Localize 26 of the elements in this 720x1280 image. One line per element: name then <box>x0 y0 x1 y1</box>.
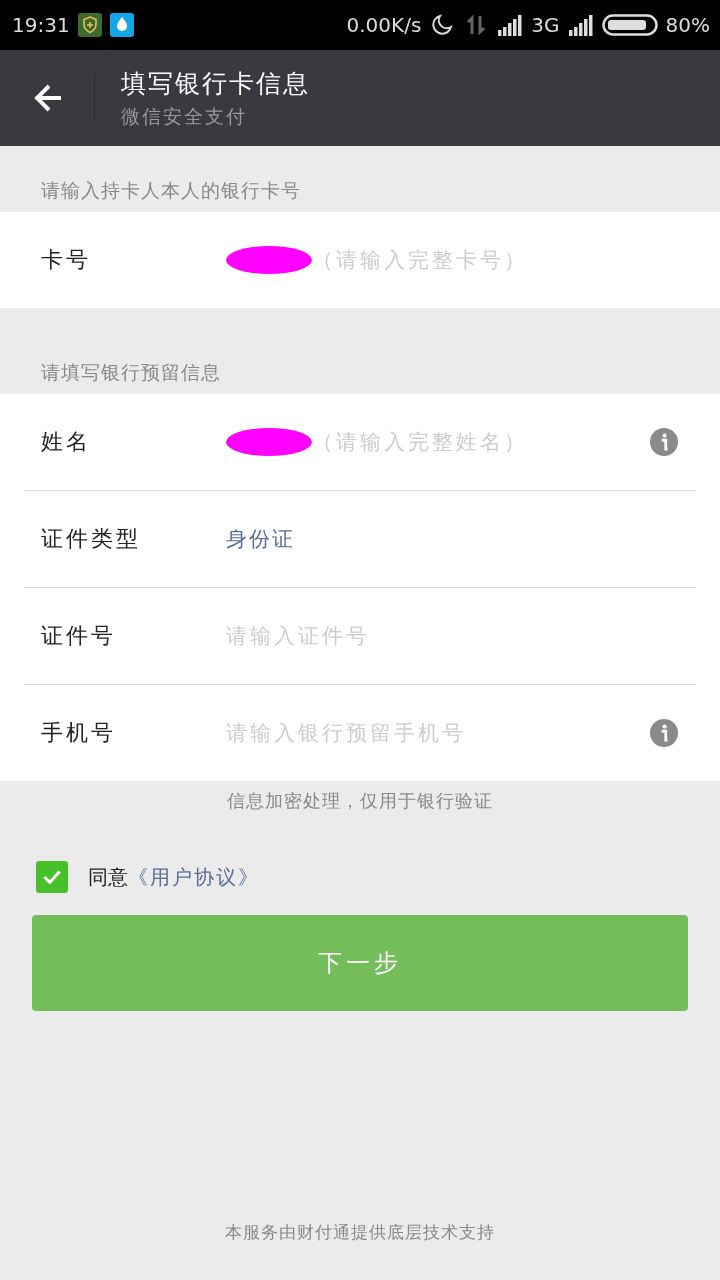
clock: 19:31 <box>12 13 70 37</box>
field-label: 姓名 <box>40 428 92 456</box>
network-type: 3G <box>531 13 560 37</box>
signal-icon <box>567 13 594 37</box>
note-text: 信息加密处理，仅用于银行验证 <box>226 789 494 813</box>
page-subtitle: 微信安全支付 <box>121 103 248 129</box>
page-title: 填写银行卡信息 <box>121 67 310 100</box>
field-label: 证件类型 <box>40 525 142 553</box>
field-label: 证件号 <box>40 622 117 650</box>
field-label: 卡号 <box>40 246 92 274</box>
id-type-selector[interactable]: 身份证 <box>226 525 295 553</box>
section-label: 请输入持卡人本人的银行卡号 <box>40 178 302 203</box>
footer-text: 本服务由财付通提供底层技术支持 <box>224 1221 496 1244</box>
field-label: 手机号 <box>40 719 117 747</box>
agreement-link[interactable]: 《用户协议》 <box>128 863 260 891</box>
battery-icon <box>601 13 658 37</box>
shield-icon <box>77 13 102 37</box>
info-icon[interactable] <box>650 719 678 747</box>
signal-icon <box>497 13 524 37</box>
agree-label: 同意 <box>88 863 128 891</box>
battery-percent: 80% <box>665 13 710 37</box>
info-icon[interactable] <box>650 428 678 456</box>
network-speed: 0.00K/s <box>346 13 422 37</box>
drop-icon <box>109 13 134 37</box>
agree-checkbox[interactable] <box>36 861 68 893</box>
section-label: 请填写银行预留信息 <box>40 360 222 385</box>
